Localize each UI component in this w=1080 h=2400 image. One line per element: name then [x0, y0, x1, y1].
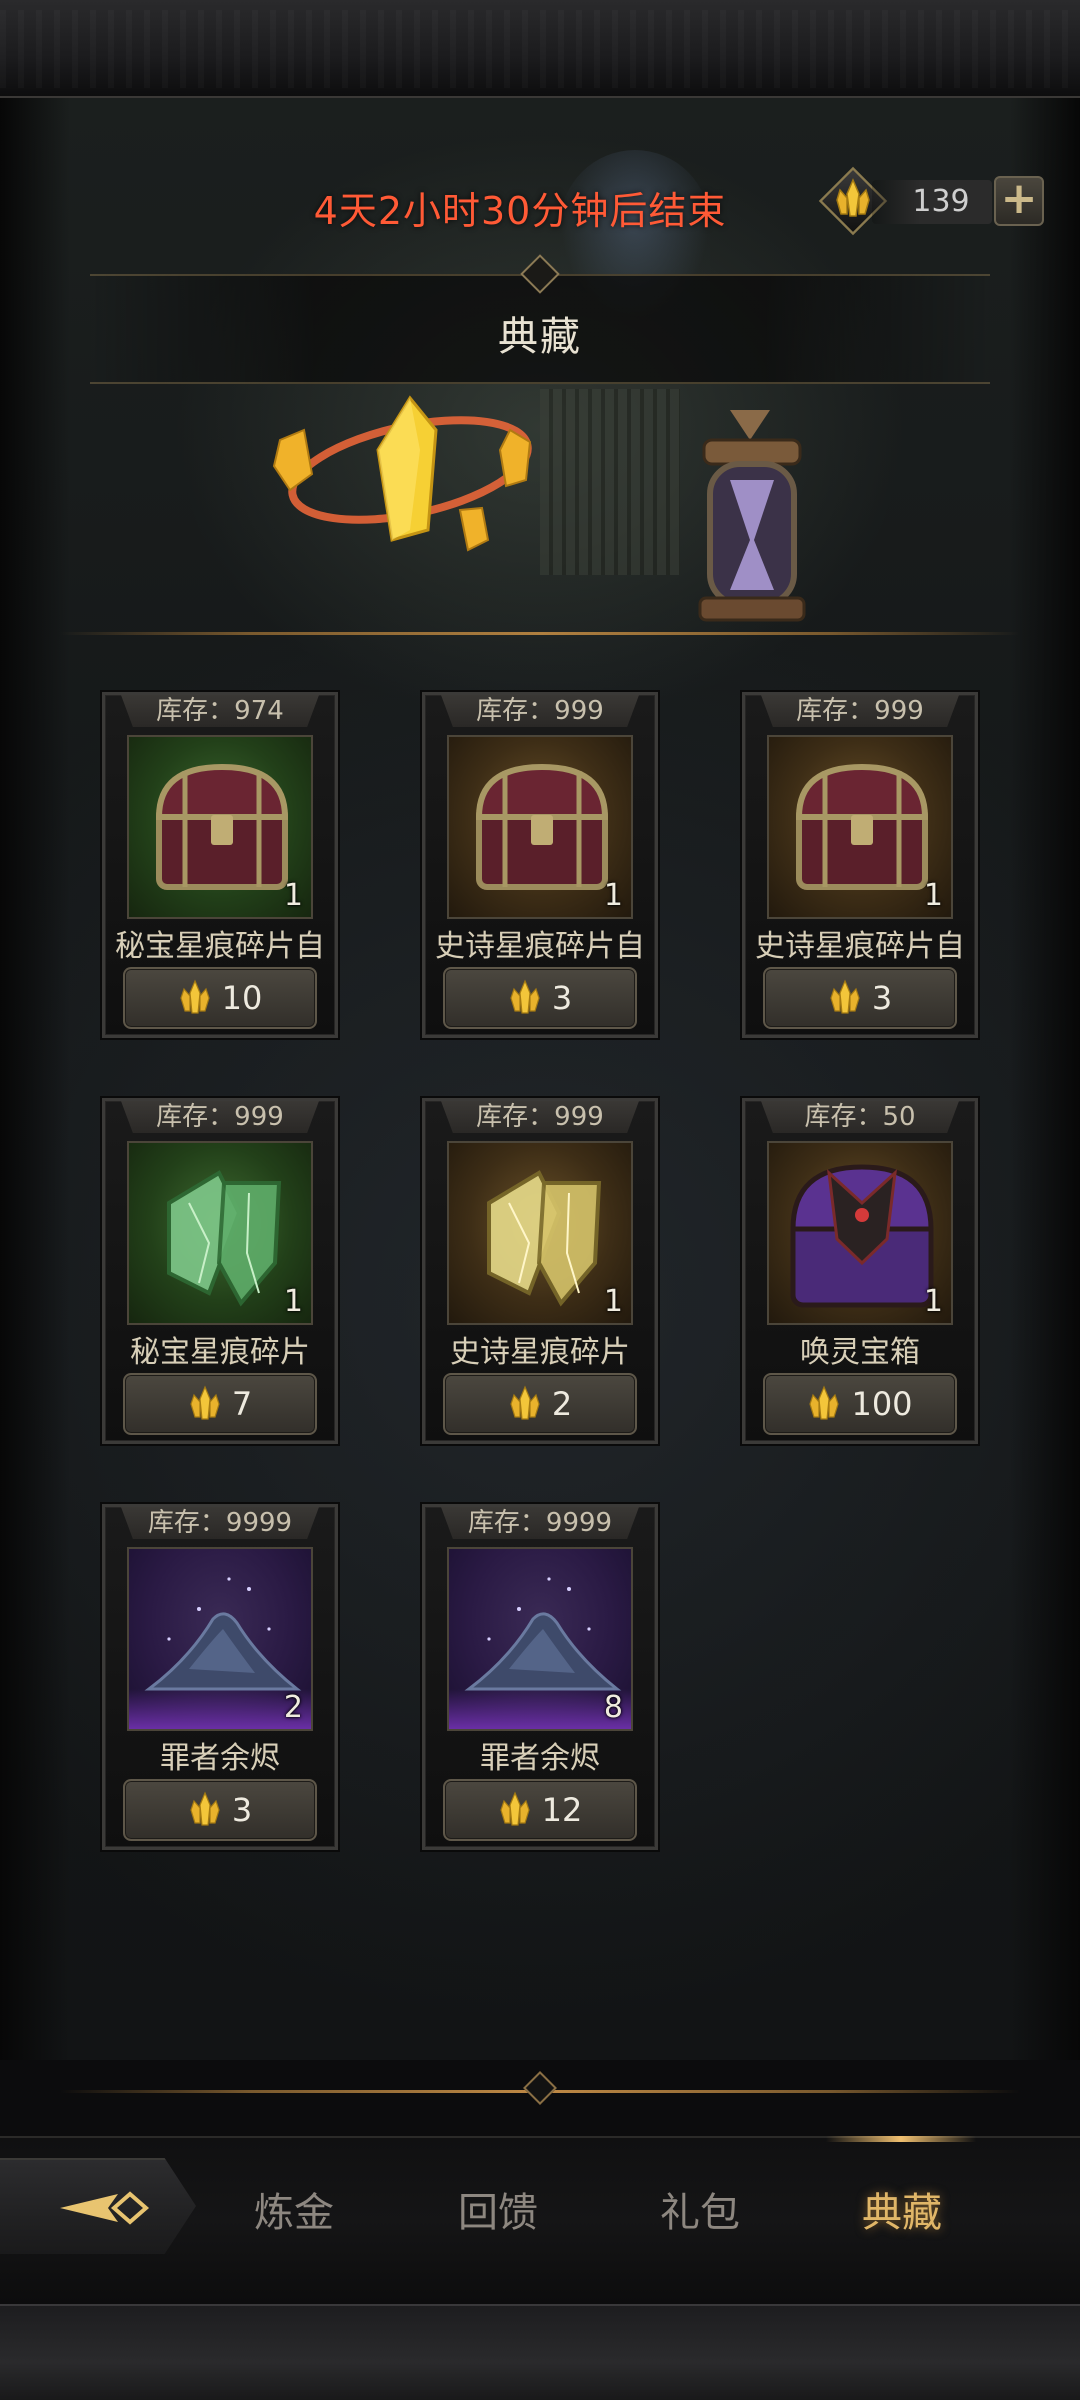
item-thumbnail: 1: [127, 1141, 313, 1325]
stock-label: 库存：999: [441, 695, 639, 727]
gold-crystal-icon: [830, 979, 860, 1014]
shop-item-card[interactable]: 库存：999 1 史诗星痕碎片自 3: [422, 692, 658, 1038]
banner-artwork: [272, 395, 806, 622]
price-value: 3: [231, 1791, 253, 1829]
tab-collection[interactable]: 典藏: [822, 2180, 982, 2238]
stock-label: 库存：999: [121, 1101, 319, 1133]
stock-label: 库存：974: [121, 695, 319, 727]
gold-crystal-icon: [180, 979, 210, 1014]
buy-button[interactable]: 2: [443, 1373, 637, 1435]
gold-crystal-icon: [510, 1385, 540, 1420]
item-quantity: 1: [603, 878, 623, 913]
item-thumbnail: 1: [767, 1141, 953, 1325]
page-title: 典藏: [498, 314, 582, 360]
item-quantity: 1: [283, 878, 303, 913]
gold-crystal-icon: [809, 1385, 840, 1420]
shop-item-card[interactable]: 库存：999 1 史诗星痕碎片自 3: [742, 692, 978, 1038]
item-name: 史诗星痕碎片: [450, 1335, 630, 1370]
right-vignette: [1010, 98, 1080, 2060]
price-value: 7: [231, 1385, 253, 1423]
buy-button[interactable]: 12: [443, 1779, 637, 1841]
price-value: 3: [551, 979, 573, 1017]
active-tab-indicator: [826, 2136, 976, 2142]
shop-item-card[interactable]: 库存：9999 2 罪者余烬 3: [102, 1504, 338, 1850]
shop-item-card[interactable]: 库存：50 1 唤灵宝箱 100: [742, 1098, 978, 1444]
price-value: 100: [851, 1385, 913, 1423]
item-quantity: 2: [283, 1690, 303, 1725]
item-quantity: 1: [603, 1284, 623, 1319]
gold-crystal-icon: [500, 1791, 530, 1826]
shop-item-card[interactable]: 库存：999 1 史诗星痕碎片 2: [422, 1098, 658, 1444]
gold-crystal-icon: [190, 1385, 220, 1420]
golden-crystal-ring-icon: [272, 395, 532, 552]
buy-button[interactable]: 10: [123, 967, 317, 1029]
shop-item-card[interactable]: 库存：974 1 秘宝星痕碎片自 10: [102, 692, 338, 1038]
item-name: 史诗星痕碎片自: [755, 929, 965, 964]
stock-label: 库存：999: [441, 1101, 639, 1133]
buy-button[interactable]: 100: [763, 1373, 957, 1435]
title-band: 典藏: [90, 254, 990, 384]
add-currency-button[interactable]: +: [994, 176, 1044, 226]
left-vignette: [0, 98, 70, 2060]
item-thumbnail: 1: [127, 735, 313, 919]
item-name: 唤灵宝箱: [800, 1335, 920, 1370]
buy-button[interactable]: 3: [443, 967, 637, 1029]
shop-item-card[interactable]: 库存：9999 8 罪者余烬 12: [422, 1504, 658, 1850]
divider-diamond-ornament: [523, 2071, 557, 2105]
buy-button[interactable]: 3: [763, 967, 957, 1029]
top-frame: [0, 0, 1080, 98]
item-name: 史诗星痕碎片自: [435, 929, 645, 964]
item-quantity: 8: [603, 1690, 623, 1725]
item-name: 罪者余烬: [160, 1741, 280, 1776]
gold-crystal-icon: [190, 1791, 220, 1826]
item-thumbnail: 8: [447, 1547, 633, 1731]
banner-divider: [60, 632, 1020, 635]
item-thumbnail: 2: [127, 1547, 313, 1731]
bottom-nav: 炼金 回馈 礼包 典藏: [0, 2136, 1080, 2304]
item-thumbnail: 1: [447, 1141, 633, 1325]
tab-gift-pack[interactable]: 礼包: [620, 2180, 780, 2238]
item-name: 秘宝星痕碎片自: [115, 929, 325, 964]
stock-label: 库存：999: [761, 695, 959, 727]
tab-rewards[interactable]: 回馈: [418, 2180, 578, 2238]
back-arrow-icon: [60, 2191, 150, 2225]
buy-button[interactable]: 7: [123, 1373, 317, 1435]
price-value: 3: [871, 979, 893, 1017]
gold-crystal-icon: [510, 979, 540, 1014]
stock-label: 库存：9999: [121, 1507, 319, 1539]
currency-amount: 139: [872, 180, 992, 224]
item-thumbnail: 1: [447, 735, 633, 919]
currency-display: 139 +: [818, 166, 1044, 236]
item-quantity: 1: [923, 878, 943, 913]
shop-item-card[interactable]: 库存：999 1 秘宝星痕碎片 7: [102, 1098, 338, 1444]
price-value: 10: [221, 979, 263, 1017]
price-value: 2: [551, 1385, 573, 1423]
back-button[interactable]: [0, 2158, 196, 2254]
price-value: 12: [541, 1791, 583, 1829]
item-quantity: 1: [283, 1284, 303, 1319]
item-name: 秘宝星痕碎片: [130, 1335, 310, 1370]
stock-label: 库存：50: [761, 1101, 959, 1133]
hourglass-icon: [698, 410, 806, 622]
stock-label: 库存：9999: [441, 1507, 639, 1539]
buy-button[interactable]: 3: [123, 1779, 317, 1841]
bottom-frame: [0, 2304, 1080, 2400]
gold-crystal-icon: [836, 178, 870, 217]
item-quantity: 1: [923, 1284, 943, 1319]
item-thumbnail: 1: [767, 735, 953, 919]
plus-icon: +: [1000, 173, 1038, 224]
tab-alchemy[interactable]: 炼金: [214, 2180, 374, 2238]
item-name: 罪者余烬: [480, 1741, 600, 1776]
